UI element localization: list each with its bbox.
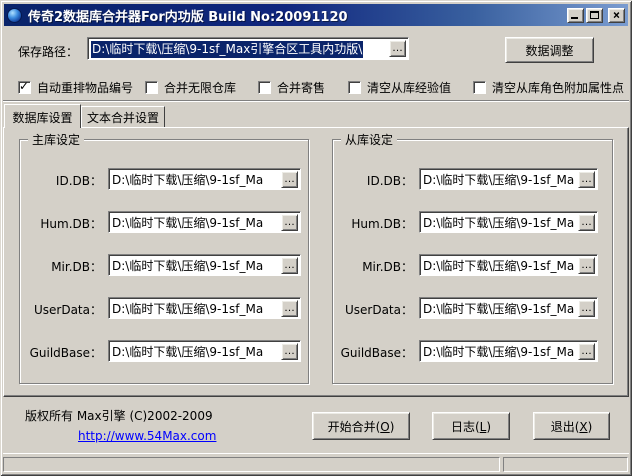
checkbox-label: 合并寄售 xyxy=(277,79,325,96)
checkbox-clear-slave-exp[interactable]: ✓ 清空从库经验值 xyxy=(348,79,451,96)
field-value: D:\临时下载\压缩\9-1sf_Ma xyxy=(112,301,279,317)
field-label-slave-guildbase: GuildBase： xyxy=(337,344,413,361)
checkbox-box[interactable]: ✓ xyxy=(348,81,361,94)
browse-button-slave-mir-db[interactable]: … xyxy=(578,257,595,274)
field-value: D:\临时下载\压缩\9-1sf_Ma xyxy=(423,215,576,231)
minimize-button[interactable] xyxy=(567,8,584,23)
window-title: 传奇2数据库合并器For内功版 Build No:20091120 xyxy=(28,6,567,25)
start-merge-button[interactable]: 开始合并(O) xyxy=(312,412,410,440)
field-label-master-guildbase: GuildBase： xyxy=(22,344,102,361)
checkbox-box[interactable]: ✓ xyxy=(145,81,158,94)
button-text: ) xyxy=(390,420,395,434)
checkbox-box[interactable]: ✓ xyxy=(258,81,271,94)
save-path-input[interactable]: D:\临时下载\压缩\9-1sf_Max引擎合区工具内功版\ … xyxy=(87,37,409,60)
button-text: ) xyxy=(588,420,593,434)
field-label-master-hum-db: Hum.DB： xyxy=(22,215,102,232)
checkbox-merge-consignment[interactable]: ✓ 合并寄售 xyxy=(258,79,325,96)
field-input-slave-id-db[interactable]: D:\临时下载\压缩\9-1sf_Ma … xyxy=(419,168,598,190)
field-input-master-hum-db[interactable]: D:\临时下载\压缩\9-1sf_Ma … xyxy=(108,211,301,233)
titlebar: 传奇2数据库合并器For内功版 Build No:20091120 × xyxy=(4,4,628,26)
status-bar xyxy=(3,453,629,473)
exit-button[interactable]: 退出(X) xyxy=(533,412,610,440)
browse-button-slave-id-db[interactable]: … xyxy=(578,171,595,188)
window-controls: × xyxy=(567,8,625,23)
field-input-slave-guildbase[interactable]: D:\临时下载\压缩\9-1sf_Ma … xyxy=(419,340,598,362)
field-value: D:\临时下载\压缩\9-1sf_Ma xyxy=(112,172,279,188)
field-value: D:\临时下载\压缩\9-1sf_Ma xyxy=(112,344,279,360)
field-label-slave-userdata: UserData： xyxy=(337,301,413,318)
checkbox-label: 合并无限仓库 xyxy=(164,79,236,96)
field-value: D:\临时下载\压缩\9-1sf_Ma xyxy=(423,301,576,317)
group-master-title: 主库设定 xyxy=(28,131,84,148)
button-text: 日志( xyxy=(451,420,480,434)
checkbox-box[interactable]: ✓ xyxy=(18,81,31,94)
tab-text-merge-settings[interactable]: 文本合并设置 xyxy=(81,106,165,127)
button-mnemonic: O xyxy=(380,420,389,434)
minimize-icon xyxy=(571,17,578,19)
field-input-slave-userdata[interactable]: D:\临时下载\压缩\9-1sf_Ma … xyxy=(419,297,598,319)
browse-button-master-hum-db[interactable]: … xyxy=(281,214,298,231)
browse-button-slave-hum-db[interactable]: … xyxy=(578,214,595,231)
button-mnemonic: X xyxy=(579,420,587,434)
browse-button-master-mir-db[interactable]: … xyxy=(281,257,298,274)
save-path-browse-button[interactable]: … xyxy=(389,40,406,57)
maximize-icon xyxy=(590,11,599,19)
field-input-master-guildbase[interactable]: D:\临时下载\压缩\9-1sf_Ma … xyxy=(108,340,301,362)
close-icon: × xyxy=(613,10,620,21)
checkbox-clear-slave-bonus-points[interactable]: ✓ 清空从库角色附加属性点 xyxy=(473,79,624,96)
field-value: D:\临时下载\压缩\9-1sf_Ma xyxy=(423,172,576,188)
field-input-slave-hum-db[interactable]: D:\临时下载\压缩\9-1sf_Ma … xyxy=(419,211,598,233)
field-label-master-mir-db: Mir.DB： xyxy=(22,258,102,275)
app-icon xyxy=(7,8,22,23)
tab-page-database-settings: 主库设定 ID.DB： D:\临时下载\压缩\9-1sf_Ma … Hum.DB… xyxy=(3,127,629,397)
checkbox-label: 清空从库经验值 xyxy=(367,79,451,96)
browse-button-master-guildbase[interactable]: … xyxy=(281,343,298,360)
save-path-label: 保存路径： xyxy=(18,43,78,60)
field-input-master-id-db[interactable]: D:\临时下载\压缩\9-1sf_Ma … xyxy=(108,168,301,190)
field-label-slave-mir-db: Mir.DB： xyxy=(337,258,413,275)
status-panel-right xyxy=(503,457,628,472)
maximize-button[interactable] xyxy=(586,8,603,23)
checkbox-merge-unlimited-storage[interactable]: ✓ 合并无限仓库 xyxy=(145,79,236,96)
status-panel-left xyxy=(3,457,500,472)
button-text: ) xyxy=(486,420,491,434)
checkbox-label: 自动重排物品编号 xyxy=(37,79,133,96)
checkbox-label: 清空从库角色附加属性点 xyxy=(492,79,624,96)
button-text: 退出( xyxy=(551,420,580,434)
checkbox-box[interactable]: ✓ xyxy=(473,81,486,94)
app-window: 传奇2数据库合并器For内功版 Build No:20091120 × 保存路径… xyxy=(0,0,632,476)
separator xyxy=(3,100,629,102)
field-label-slave-hum-db: Hum.DB： xyxy=(337,215,413,232)
button-text: 开始合并( xyxy=(328,420,381,434)
field-input-slave-mir-db[interactable]: D:\临时下载\压缩\9-1sf_Ma … xyxy=(419,254,598,276)
browse-button-slave-userdata[interactable]: … xyxy=(578,300,595,317)
website-link[interactable]: http://www.54Max.com xyxy=(78,429,216,443)
browse-button-slave-guildbase[interactable]: … xyxy=(578,343,595,360)
field-label-master-userdata: UserData： xyxy=(22,301,102,318)
tab-database-settings[interactable]: 数据库设置 xyxy=(4,104,81,128)
data-adjust-button[interactable]: 数据调整 xyxy=(505,37,594,63)
group-master-db: 主库设定 ID.DB： D:\临时下载\压缩\9-1sf_Ma … Hum.DB… xyxy=(19,139,309,384)
close-button[interactable]: × xyxy=(608,8,625,23)
field-label-master-id-db: ID.DB： xyxy=(22,172,102,189)
browse-button-master-id-db[interactable]: … xyxy=(281,171,298,188)
browse-button-master-userdata[interactable]: … xyxy=(281,300,298,317)
field-value: D:\临时下载\压缩\9-1sf_Ma xyxy=(423,258,576,274)
copyright-text: 版权所有 Max引擎 (C)2002-2009 xyxy=(25,407,213,424)
group-slave-db: 从库设定 ID.DB： D:\临时下载\压缩\9-1sf_Ma … Hum.DB… xyxy=(332,139,613,384)
field-value: D:\临时下载\压缩\9-1sf_Ma xyxy=(112,258,279,274)
field-label-slave-id-db: ID.DB： xyxy=(337,172,413,189)
field-value: D:\临时下载\压缩\9-1sf_Ma xyxy=(423,344,576,360)
field-input-master-mir-db[interactable]: D:\临时下载\压缩\9-1sf_Ma … xyxy=(108,254,301,276)
field-value: D:\临时下载\压缩\9-1sf_Ma xyxy=(112,215,279,231)
checkmark-icon: ✓ xyxy=(19,80,29,93)
save-path-value: D:\临时下载\压缩\9-1sf_Max引擎合区工具内功版\ xyxy=(91,41,363,58)
group-slave-title: 从库设定 xyxy=(341,131,397,148)
log-button[interactable]: 日志(L) xyxy=(432,412,510,440)
checkbox-auto-renumber-items[interactable]: ✓ 自动重排物品编号 xyxy=(18,79,133,96)
field-input-master-userdata[interactable]: D:\临时下载\压缩\9-1sf_Ma … xyxy=(108,297,301,319)
